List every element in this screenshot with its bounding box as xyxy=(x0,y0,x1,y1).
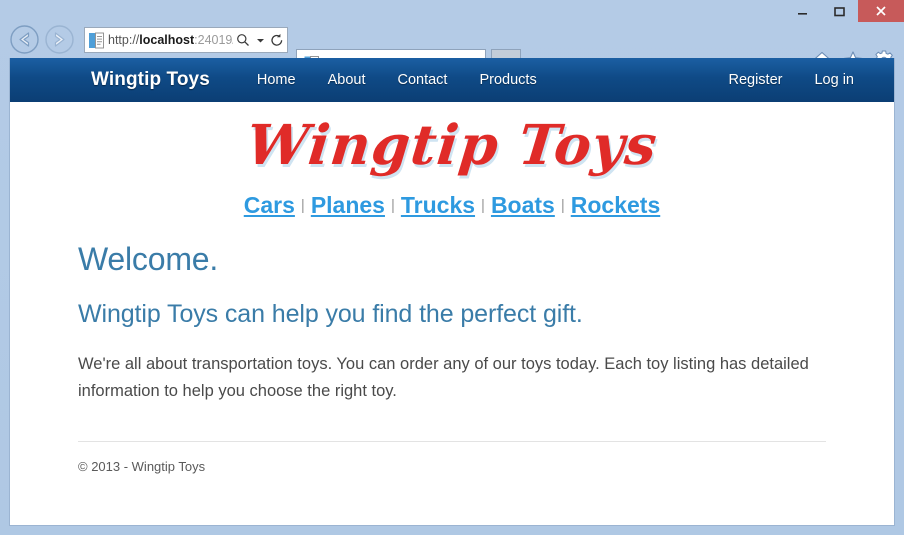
forward-arrow-icon xyxy=(45,25,74,54)
account-nav: Register Log in xyxy=(712,72,870,88)
refresh-icon[interactable] xyxy=(269,30,285,50)
site-navbar: Wingtip Toys Home About Contact Products… xyxy=(10,58,894,102)
nav-item-contact[interactable]: Contact xyxy=(381,72,463,88)
category-separator: | xyxy=(390,196,395,214)
nav-item-home[interactable]: Home xyxy=(241,72,312,88)
url-scheme: http:// xyxy=(108,33,140,47)
category-link-boats[interactable]: Boats xyxy=(486,192,560,218)
window-controls xyxy=(784,0,904,22)
minimize-button[interactable] xyxy=(784,0,821,22)
page-content: Wingtip Toys Cars | Planes | Trucks | Boats | Ro… xyxy=(10,112,894,475)
close-icon xyxy=(876,6,886,16)
maximize-icon xyxy=(834,6,845,16)
page-favicon-icon xyxy=(89,32,104,48)
title-bar xyxy=(0,0,904,22)
nav-item-products[interactable]: Products xyxy=(463,72,552,88)
address-input[interactable]: http://localhost:24019/D xyxy=(108,32,233,48)
address-bar-icons xyxy=(233,30,285,50)
page-viewport: Wingtip Toys Home About Contact Products… xyxy=(9,58,895,526)
back-button[interactable] xyxy=(8,23,41,56)
navigation-arrows xyxy=(8,23,76,56)
search-icon[interactable] xyxy=(235,30,251,50)
site-logo: Wingtip Toys xyxy=(243,112,661,177)
primary-nav: Home About Contact Products xyxy=(241,72,553,88)
url-path: :24019/D xyxy=(194,33,233,47)
url-host: localhost xyxy=(139,33,195,47)
chevron-down-icon[interactable] xyxy=(252,30,268,50)
site-brand[interactable]: Wingtip Toys xyxy=(91,69,210,91)
category-links: Cars | Planes | Trucks | Boats | Rockets xyxy=(78,192,826,219)
close-button[interactable] xyxy=(858,0,904,22)
category-separator: | xyxy=(560,196,565,214)
nav-item-login[interactable]: Log in xyxy=(798,72,870,88)
maximize-button[interactable] xyxy=(821,0,858,22)
minimize-icon xyxy=(798,12,807,15)
browser-window: http://localhost:24019/D xyxy=(0,0,904,535)
footer-copyright: © 2013 - Wingtip Toys xyxy=(78,459,206,475)
intro-paragraph: We're all about transportation toys. You… xyxy=(78,354,809,401)
main-content: Welcome. Wingtip Toys can help you find … xyxy=(78,239,826,407)
nav-item-about[interactable]: About xyxy=(312,72,382,88)
category-link-rockets[interactable]: Rockets xyxy=(566,192,665,218)
page-title: Welcome. xyxy=(78,240,219,277)
category-separator: | xyxy=(300,196,305,214)
category-link-cars[interactable]: Cars xyxy=(239,192,300,218)
page-subtitle: Wingtip Toys can help you find the perfe… xyxy=(78,299,583,328)
forward-button[interactable] xyxy=(43,23,76,56)
back-arrow-icon xyxy=(10,25,39,54)
category-link-trucks[interactable]: Trucks xyxy=(396,192,480,218)
browser-toolbar: http://localhost:24019/D xyxy=(0,22,904,78)
footer-divider xyxy=(78,441,826,443)
address-bar[interactable]: http://localhost:24019/D xyxy=(84,27,288,53)
nav-item-register[interactable]: Register xyxy=(712,72,798,88)
category-link-planes[interactable]: Planes xyxy=(306,192,390,218)
